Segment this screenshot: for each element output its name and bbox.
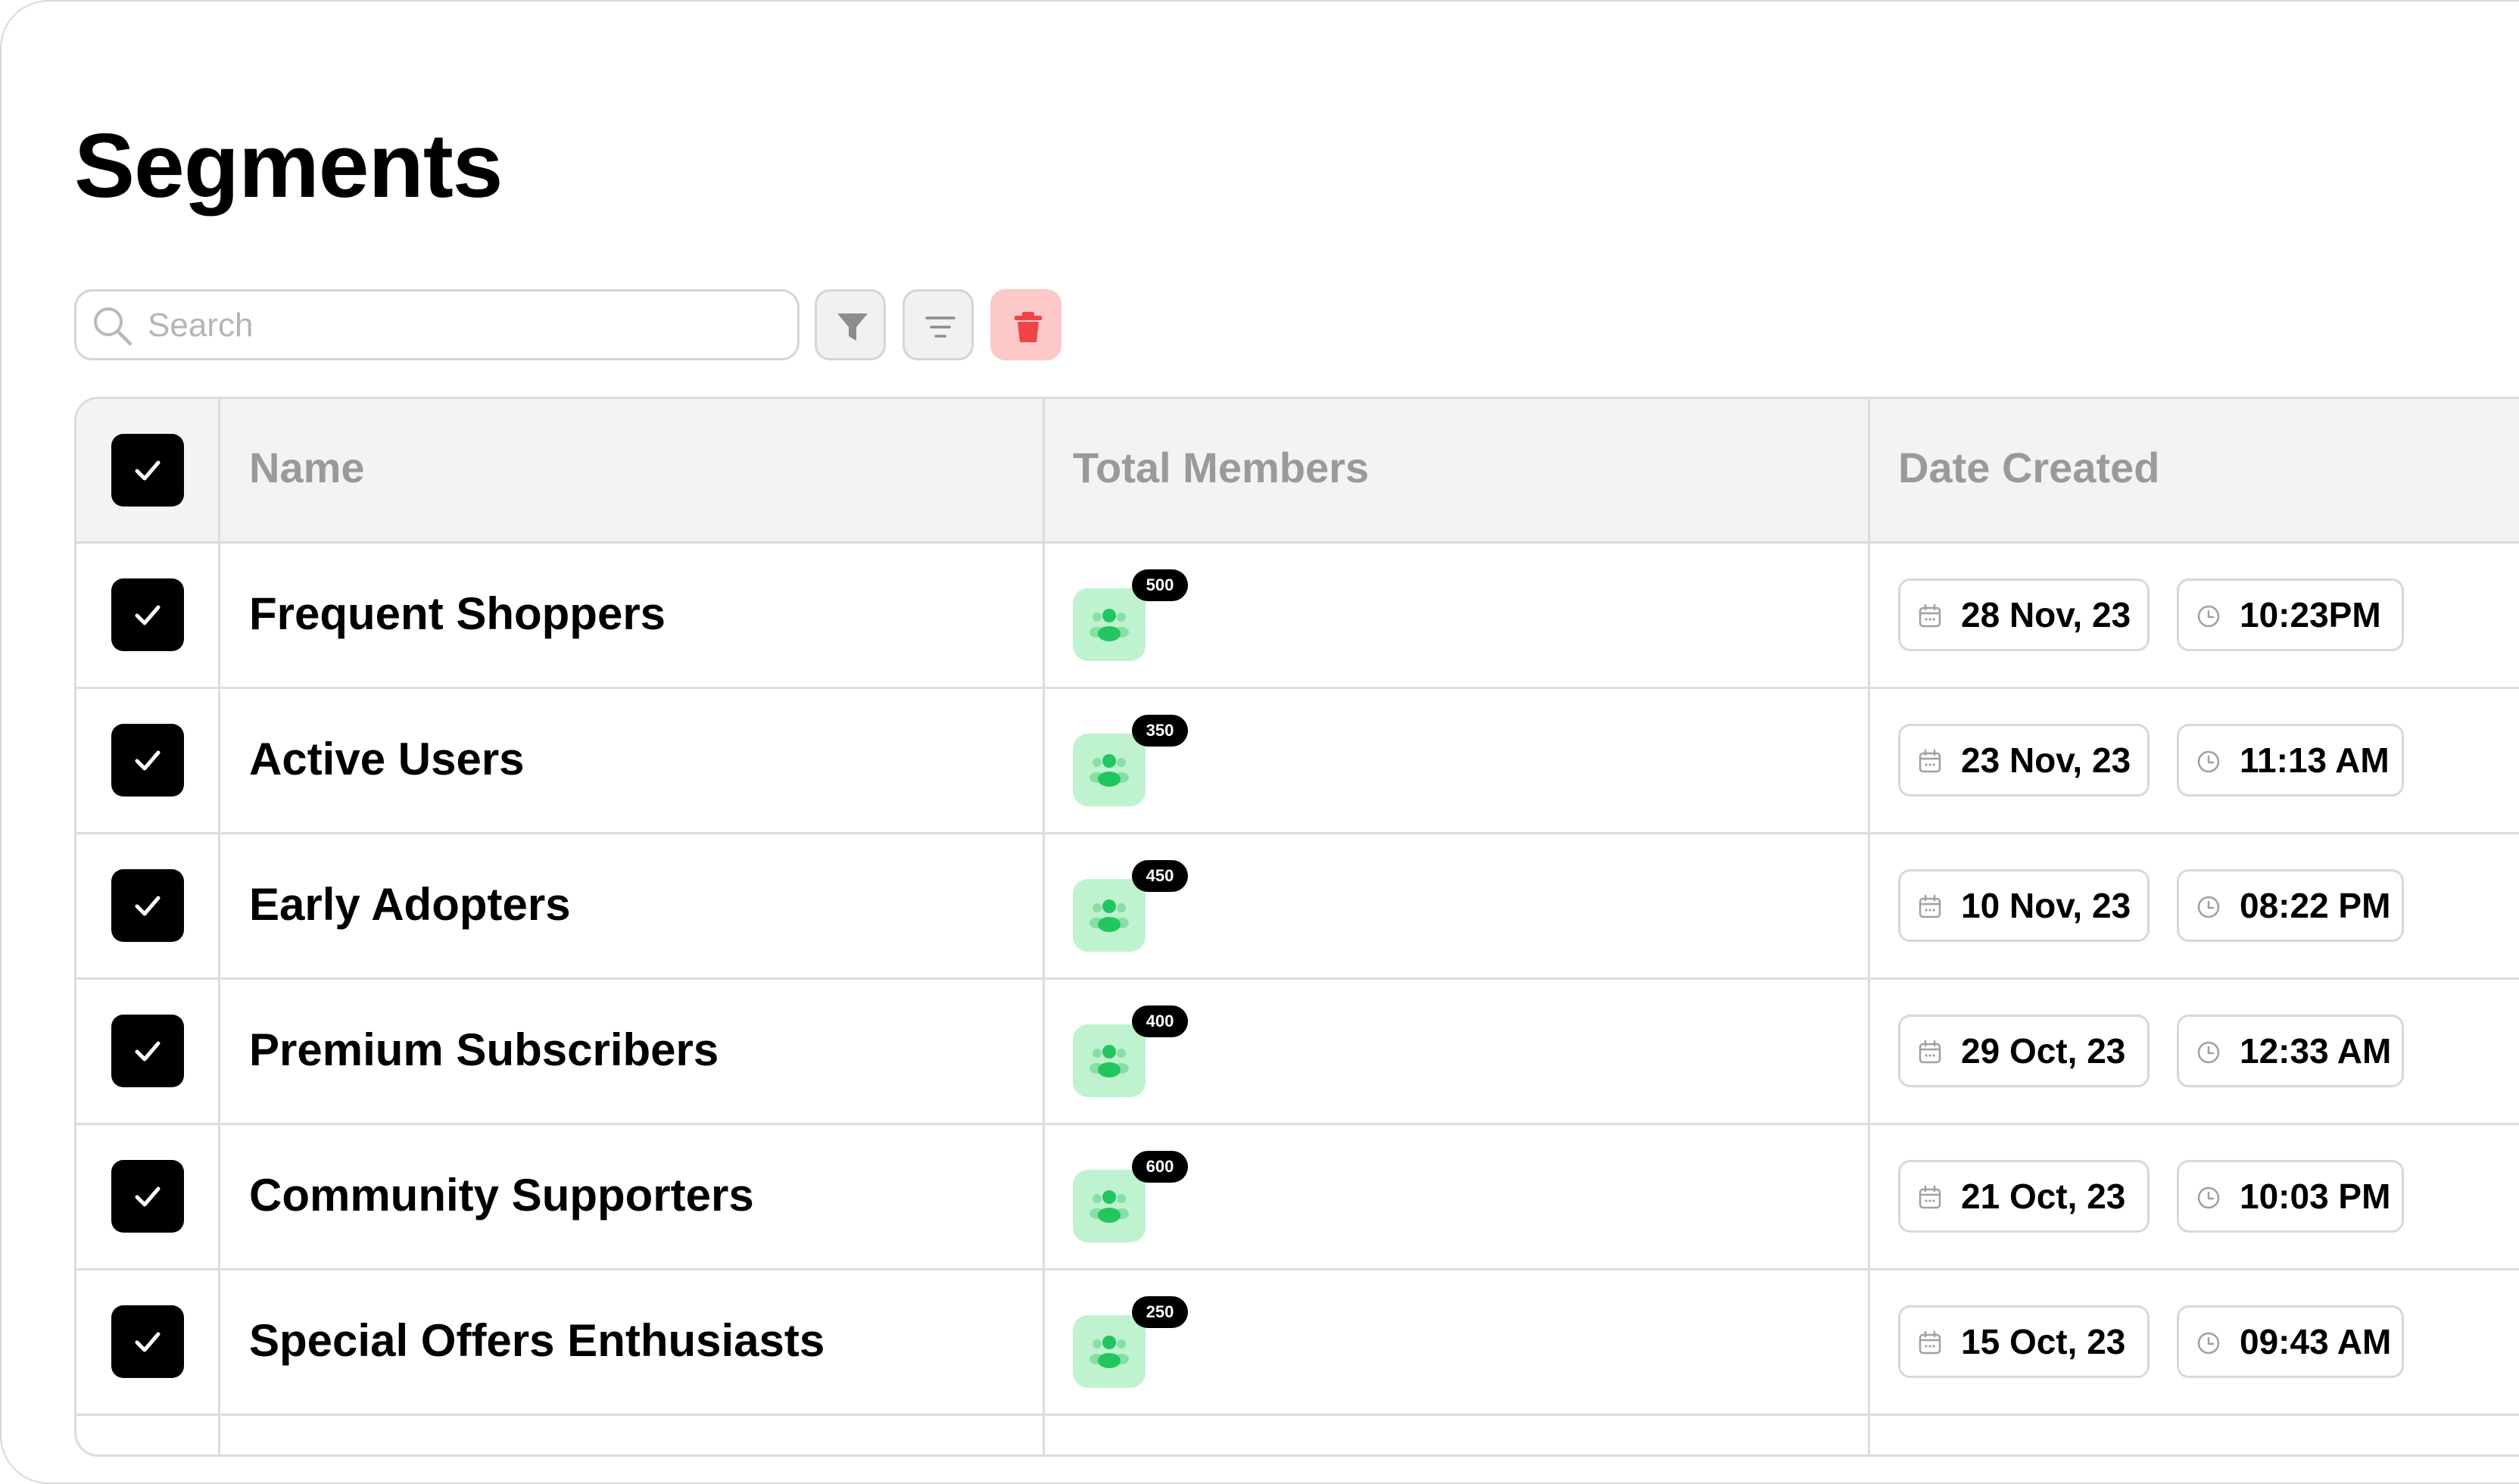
row-checkbox[interactable] bbox=[111, 578, 184, 651]
row-checkbox[interactable] bbox=[111, 1015, 184, 1087]
select-all-checkbox[interactable] bbox=[111, 434, 184, 507]
segment-name: Active Users bbox=[249, 734, 525, 784]
clock-icon bbox=[2197, 896, 2220, 918]
filter-button[interactable] bbox=[815, 289, 886, 360]
time-chip: 09:43 AM bbox=[2177, 1305, 2404, 1378]
member-count-badge: 250 bbox=[1132, 1296, 1188, 1328]
sort-button[interactable] bbox=[903, 289, 974, 360]
users-icon bbox=[1090, 1190, 1129, 1223]
clock-icon bbox=[2197, 750, 2220, 773]
table-row[interactable]: Early Adopters 450 10 Nov, 23 08:22 PM bbox=[76, 834, 2519, 980]
members-icon bbox=[1073, 1315, 1146, 1388]
checkmark-icon bbox=[135, 896, 161, 916]
users-icon bbox=[1090, 1045, 1129, 1077]
date-text: 10 Nov, 23 bbox=[1961, 886, 2131, 925]
table-row[interactable]: Frequent Shoppers 500 28 Nov, 23 10:23PM bbox=[76, 544, 2519, 689]
member-count-badge: 500 bbox=[1132, 569, 1188, 601]
search-box[interactable] bbox=[74, 289, 800, 360]
time-text: 10:03 PM bbox=[2240, 1177, 2391, 1216]
date-text: 21 Oct, 23 bbox=[1961, 1177, 2126, 1216]
column-header-date-created[interactable]: Date Created bbox=[1898, 443, 2159, 492]
funnel-icon bbox=[837, 313, 868, 341]
time-chip: 10:03 PM bbox=[2177, 1160, 2404, 1233]
search-input[interactable] bbox=[146, 299, 770, 352]
time-text: 10:23PM bbox=[2240, 595, 2381, 634]
date-chip: 15 Oct, 23 bbox=[1898, 1305, 2150, 1378]
users-icon bbox=[1090, 754, 1129, 787]
table-row[interactable]: Active Users 350 23 Nov, 23 11:13 AM bbox=[76, 689, 2519, 834]
date-text: 28 Nov, 23 bbox=[1961, 595, 2131, 634]
delete-button[interactable] bbox=[990, 289, 1062, 360]
row-checkbox[interactable] bbox=[111, 1305, 184, 1378]
segment-name: Premium Subscribers bbox=[249, 1024, 719, 1075]
member-count-badge: 350 bbox=[1132, 715, 1188, 747]
table-row[interactable]: Community Supporters 600 21 Oct, 23 10:0… bbox=[76, 1125, 2519, 1270]
calendar-icon bbox=[1919, 1040, 1941, 1064]
column-header-name[interactable]: Name bbox=[249, 443, 365, 492]
column-divider bbox=[1043, 399, 1045, 1454]
date-text: 29 Oct, 23 bbox=[1961, 1031, 2126, 1071]
members-icon bbox=[1073, 734, 1146, 806]
table-row[interactable]: Special Offers Enthusiasts 250 15 Oct, 2… bbox=[76, 1270, 2519, 1416]
time-text: 09:43 AM bbox=[2240, 1322, 2392, 1361]
members-icon bbox=[1073, 1024, 1146, 1097]
date-chip: 21 Oct, 23 bbox=[1898, 1160, 2150, 1233]
time-chip: 11:13 AM bbox=[2177, 724, 2404, 797]
row-checkbox[interactable] bbox=[111, 1160, 184, 1233]
row-checkbox[interactable] bbox=[111, 724, 184, 797]
date-text: 23 Nov, 23 bbox=[1961, 740, 2131, 780]
column-header-total-members[interactable]: Total Members bbox=[1073, 443, 1369, 492]
time-chip: 10:23PM bbox=[2177, 578, 2404, 651]
date-chip: 28 Nov, 23 bbox=[1898, 578, 2150, 651]
checkmark-icon bbox=[135, 1332, 161, 1352]
time-text: 11:13 AM bbox=[2240, 740, 2390, 780]
calendar-icon bbox=[1919, 1330, 1941, 1355]
calendar-icon bbox=[1919, 749, 1941, 773]
column-divider bbox=[218, 399, 220, 1454]
checkmark-icon bbox=[135, 605, 161, 625]
segment-name: Special Offers Enthusiasts bbox=[249, 1315, 825, 1366]
time-text: 08:22 PM bbox=[2240, 886, 2391, 925]
calendar-icon bbox=[1919, 1185, 1941, 1209]
column-divider bbox=[1868, 399, 1870, 1454]
checkmark-icon bbox=[135, 1186, 161, 1207]
members-icon bbox=[1073, 1170, 1146, 1242]
clock-icon bbox=[2197, 1186, 2220, 1209]
calendar-icon bbox=[1919, 894, 1941, 918]
segments-table: Name Total Members Date Created Frequent… bbox=[74, 397, 2519, 1457]
row-checkbox[interactable] bbox=[111, 869, 184, 942]
checkmark-icon bbox=[135, 1041, 161, 1062]
time-text: 12:33 AM bbox=[2240, 1031, 2392, 1071]
checkmark-icon bbox=[135, 460, 161, 481]
sort-lines-icon bbox=[925, 316, 956, 338]
users-icon bbox=[1090, 899, 1129, 932]
date-chip: 29 Oct, 23 bbox=[1898, 1015, 2150, 1087]
date-chip: 10 Nov, 23 bbox=[1898, 869, 2150, 942]
members-icon bbox=[1073, 879, 1146, 952]
clock-icon bbox=[2197, 1041, 2220, 1064]
users-icon bbox=[1090, 1336, 1129, 1368]
member-count-badge: 400 bbox=[1132, 1005, 1188, 1037]
date-text: 15 Oct, 23 bbox=[1961, 1322, 2126, 1361]
time-chip: 12:33 AM bbox=[2177, 1015, 2404, 1087]
segment-name: Community Supporters bbox=[249, 1170, 754, 1221]
member-count-badge: 600 bbox=[1132, 1151, 1188, 1183]
segment-name: Early Adopters bbox=[249, 879, 571, 930]
segment-name: Frequent Shoppers bbox=[249, 588, 666, 639]
table-header: Name Total Members Date Created bbox=[76, 399, 2519, 544]
clock-icon bbox=[2197, 605, 2220, 628]
calendar-icon bbox=[1919, 603, 1941, 628]
members-icon bbox=[1073, 588, 1146, 661]
checkmark-icon bbox=[135, 750, 161, 771]
clock-icon bbox=[2197, 1332, 2220, 1355]
trash-icon bbox=[1015, 312, 1042, 342]
member-count-badge: 450 bbox=[1132, 860, 1188, 892]
page-title: Segments bbox=[74, 115, 503, 217]
search-icon bbox=[94, 307, 132, 346]
users-icon bbox=[1090, 609, 1129, 641]
time-chip: 08:22 PM bbox=[2177, 869, 2404, 942]
date-chip: 23 Nov, 23 bbox=[1898, 724, 2150, 797]
table-row[interactable]: Premium Subscribers 400 29 Oct, 23 12:33… bbox=[76, 980, 2519, 1125]
